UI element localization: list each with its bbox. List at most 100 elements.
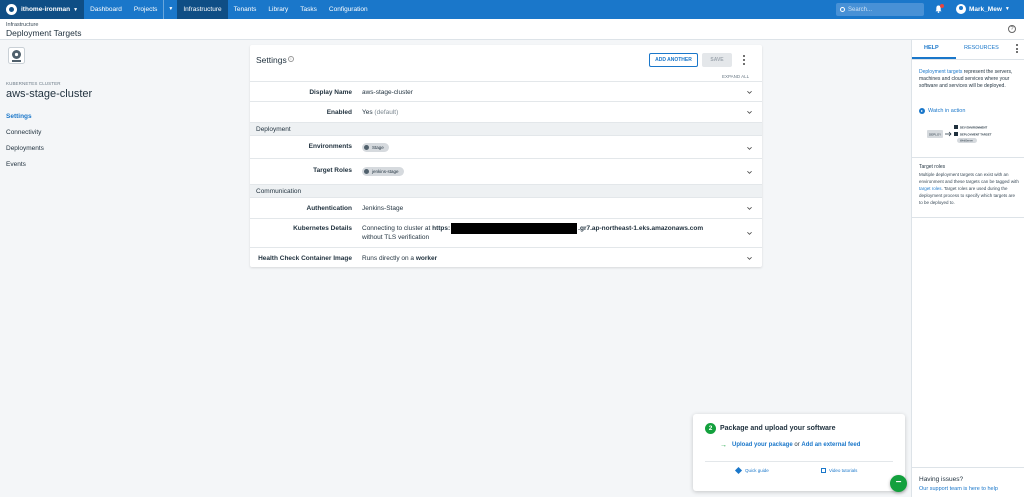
kubernetes-target-icon — [8, 47, 25, 64]
help-intro: Deployment targets represent the servers… — [919, 69, 1019, 90]
chevron-down-icon[interactable] — [747, 110, 752, 115]
video-icon — [821, 468, 826, 473]
watch-label: Watch in action — [928, 108, 966, 114]
enabled-row[interactable]: Enabled Yes (default) — [250, 101, 762, 121]
projects-dropdown-icon[interactable]: ▼ — [163, 0, 177, 19]
video-tutorials-link[interactable]: Video tutorials — [821, 468, 857, 473]
authentication-row[interactable]: Authentication Jenkins-Stage — [250, 197, 762, 218]
role-chip-label: jenkins-stage — [372, 169, 399, 174]
enabled-default-note: (default) — [374, 109, 399, 116]
chevron-down-icon: ▼ — [73, 6, 79, 13]
search-input[interactable]: Search... — [836, 3, 924, 16]
roles-text-1: Multiple deployment targets can exist wi… — [919, 172, 1019, 184]
nav-tasks[interactable]: Tasks — [294, 0, 323, 19]
space-selector[interactable]: ithome-ironman ▼ — [0, 0, 85, 19]
sidenav-events[interactable]: Events — [6, 161, 26, 168]
environment-icon — [364, 145, 369, 150]
nav-infrastructure[interactable]: Infrastructure — [177, 0, 228, 19]
quick-guide-link[interactable]: Quick guide — [734, 466, 769, 475]
nav-dashboard[interactable]: Dashboard — [84, 0, 128, 19]
enabled-label: Enabled — [326, 109, 352, 116]
arrow-right-icon: → — [720, 442, 727, 449]
diamond-icon — [734, 466, 743, 475]
video-tutorials-label: Video tutorials — [829, 468, 858, 473]
role-chip: jenkins-stage — [362, 167, 404, 176]
step-number-badge: 2 — [705, 423, 716, 434]
nav-library[interactable]: Library — [262, 0, 294, 19]
page-header: Infrastructure Deployment Targets ? — [0, 19, 1024, 40]
kubernetes-details-value: Connecting to cluster at https: .gr7.ap-n… — [362, 223, 703, 234]
health-check-label: Health Check Container Image — [258, 255, 352, 262]
health-check-prefix: Runs directly on a — [362, 255, 416, 262]
upload-package-link[interactable]: Upload your package — [732, 442, 793, 448]
sidenav-settings[interactable]: Settings — [6, 113, 32, 120]
support-link[interactable]: Our support team is here to help — [919, 486, 998, 492]
redaction-bar — [451, 223, 578, 234]
target-sidebar: KUBERNETES CLUSTER aws-stage-cluster Set… — [0, 40, 250, 497]
diagram-webserver: WebServer — [960, 139, 973, 143]
search-placeholder: Search... — [848, 6, 873, 13]
watch-in-action-link[interactable]: Watch in action — [919, 108, 965, 114]
help-icon[interactable]: ? — [1008, 25, 1016, 33]
nav-projects[interactable]: Projects — [128, 0, 163, 19]
health-check-value: Runs directly on a worker — [362, 255, 437, 262]
target-name: aws-stage-cluster — [6, 88, 93, 100]
divider — [912, 217, 1024, 218]
deployment-diagram: DEPLOY DEV ENVIRONMENT DEPLOYMENT TARGET… — [927, 125, 992, 143]
kubernetes-details-row[interactable]: Kubernetes Details Connecting to cluster… — [250, 218, 762, 247]
chevron-down-icon[interactable] — [747, 256, 752, 261]
tab-help[interactable]: HELP — [924, 45, 939, 51]
chevron-down-icon: ▼ — [1004, 6, 1010, 12]
divider — [912, 157, 1024, 158]
space-logo-icon — [6, 4, 17, 15]
k8s-tls-note: without TLS verification — [362, 234, 430, 241]
save-button[interactable]: SAVE — [702, 53, 732, 67]
chevron-down-icon[interactable] — [747, 90, 752, 95]
target-roles-link[interactable]: target roles — [919, 186, 942, 191]
onboarding-panel: 2 Package and upload your software → Upl… — [693, 414, 905, 491]
nav-configuration[interactable]: Configuration — [323, 0, 374, 19]
help-sidebar: HELP RESOURCES Deployment targets repres… — [911, 40, 1024, 497]
settings-title: Settings — [256, 55, 287, 65]
kubernetes-details-label: Kubernetes Details — [293, 225, 352, 232]
add-external-feed-link[interactable]: Add an external feed — [801, 442, 860, 448]
target-kind: KUBERNETES CLUSTER — [6, 81, 61, 86]
user-name: Mark_Mew — [969, 5, 1002, 13]
deployment-section-header: Deployment — [250, 122, 762, 135]
deployment-targets-link[interactable]: Deployment targets — [919, 69, 962, 75]
onboarding-title: Package and upload your software — [720, 425, 836, 432]
sidenav-connectivity[interactable]: Connectivity — [6, 129, 41, 136]
environments-row[interactable]: Environments Stage — [250, 135, 762, 158]
space-name: ithome-ironman — [21, 6, 71, 13]
collapse-onboarding-button[interactable]: − — [890, 475, 907, 492]
chevron-down-icon[interactable] — [747, 206, 752, 211]
page-title: Deployment Targets — [6, 28, 82, 38]
info-icon[interactable]: i — [288, 56, 294, 62]
k8s-connect-prefix: Connecting to cluster at — [362, 225, 433, 233]
display-name-row[interactable]: Display Name aws-stage-cluster — [250, 81, 762, 101]
chevron-down-icon[interactable] — [747, 170, 752, 175]
add-another-button[interactable]: ADD ANOTHER — [649, 53, 698, 67]
target-roles-row[interactable]: Target Roles jenkins-stage — [250, 158, 762, 181]
nav-tenants[interactable]: Tenants — [228, 0, 263, 19]
chevron-down-icon[interactable] — [747, 231, 752, 236]
chevron-down-icon[interactable] — [747, 146, 752, 151]
more-options-icon[interactable] — [742, 55, 746, 65]
environments-label: Environments — [308, 143, 352, 150]
onboarding-links: Upload your package or Add an external f… — [732, 442, 860, 448]
settings-card: Settings i ADD ANOTHER SAVE EXPAND ALL D… — [250, 45, 762, 267]
communication-section-header: Communication — [250, 184, 762, 197]
sidenav-deployments[interactable]: Deployments — [6, 145, 44, 152]
health-check-worker: worker — [415, 255, 438, 262]
authentication-value: Jenkins-Stage — [362, 205, 404, 212]
expand-all-link[interactable]: EXPAND ALL — [722, 74, 749, 79]
divider — [705, 461, 893, 462]
more-options-icon[interactable] — [1016, 44, 1018, 53]
k8s-url-start: https: — [432, 225, 451, 233]
search-icon — [840, 7, 845, 12]
health-check-row[interactable]: Health Check Container Image Runs direct… — [250, 247, 762, 267]
notification-badge — [940, 4, 944, 8]
user-menu[interactable]: Mark_Mew ▼ — [956, 4, 1010, 14]
tab-resources[interactable]: RESOURCES — [964, 45, 999, 51]
target-roles-help: Multiple deployment targets can exist wi… — [919, 171, 1019, 206]
